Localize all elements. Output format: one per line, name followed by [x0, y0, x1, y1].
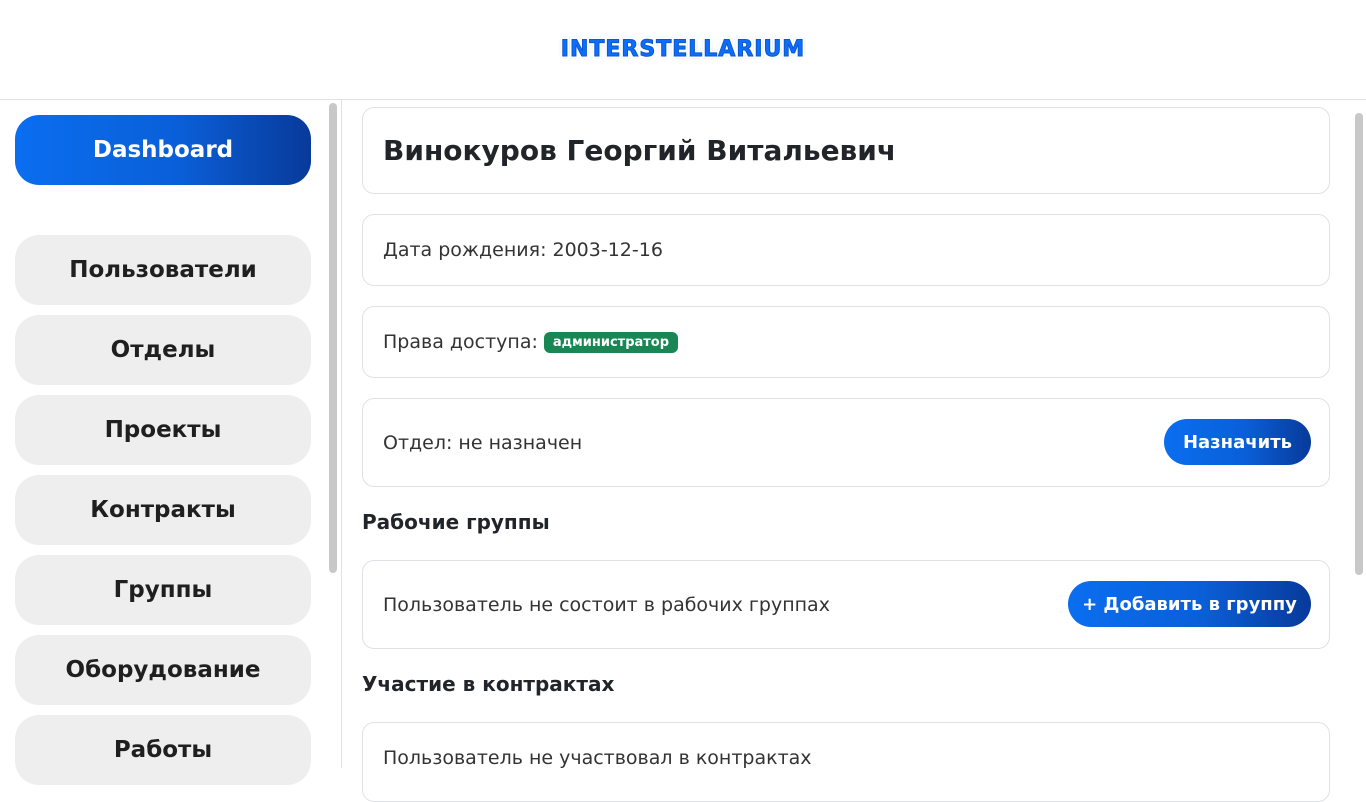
department-text: Отдел: не назначен: [383, 431, 583, 454]
access-role-badge: администратор: [543, 331, 679, 353]
sidebar-item-dashboard[interactable]: Dashboard: [15, 115, 311, 185]
birth-date-text: Дата рождения: 2003-12-16: [383, 239, 663, 261]
sidebar-item-projects[interactable]: Проекты: [15, 395, 311, 465]
contracts-card: Пользователь не участвовал в контрактах: [362, 722, 1330, 802]
work-groups-empty-text: Пользователь не состоит в рабочих группа…: [383, 593, 830, 616]
app-logo[interactable]: INTERSTELLARIUM: [548, 34, 818, 64]
add-to-group-button[interactable]: + Добавить в группу: [1068, 581, 1311, 627]
sidebar-item-users[interactable]: Пользователи: [15, 235, 311, 305]
user-full-name: Винокуров Георгий Витальевич: [383, 134, 897, 167]
access-rights-card: Права доступа: администратор: [362, 306, 1330, 378]
birth-date-card: Дата рождения: 2003-12-16: [362, 214, 1330, 286]
assign-department-button[interactable]: Назначить: [1164, 419, 1311, 465]
app-header: INTERSTELLARIUM: [0, 0, 1366, 100]
profile-name-card: Винокуров Георгий Витальевич: [362, 107, 1330, 194]
work-groups-heading: Рабочие группы: [362, 510, 550, 534]
contracts-empty-text: Пользователь не участвовал в контрактах: [383, 747, 812, 769]
sidebar-item-works[interactable]: Работы: [15, 715, 311, 785]
access-rights-label: Права доступа:: [383, 331, 538, 353]
sidebar-item-equipment[interactable]: Оборудование: [15, 635, 311, 705]
sidebar-scrollbar[interactable]: [329, 103, 337, 573]
sidebar-item-groups[interactable]: Группы: [15, 555, 311, 625]
sidebar-item-contracts[interactable]: Контракты: [15, 475, 311, 545]
contracts-heading: Участие в контрактах: [362, 672, 615, 696]
sidebar-item-departments[interactable]: Отделы: [15, 315, 311, 385]
main-scrollbar[interactable]: [1355, 113, 1363, 575]
